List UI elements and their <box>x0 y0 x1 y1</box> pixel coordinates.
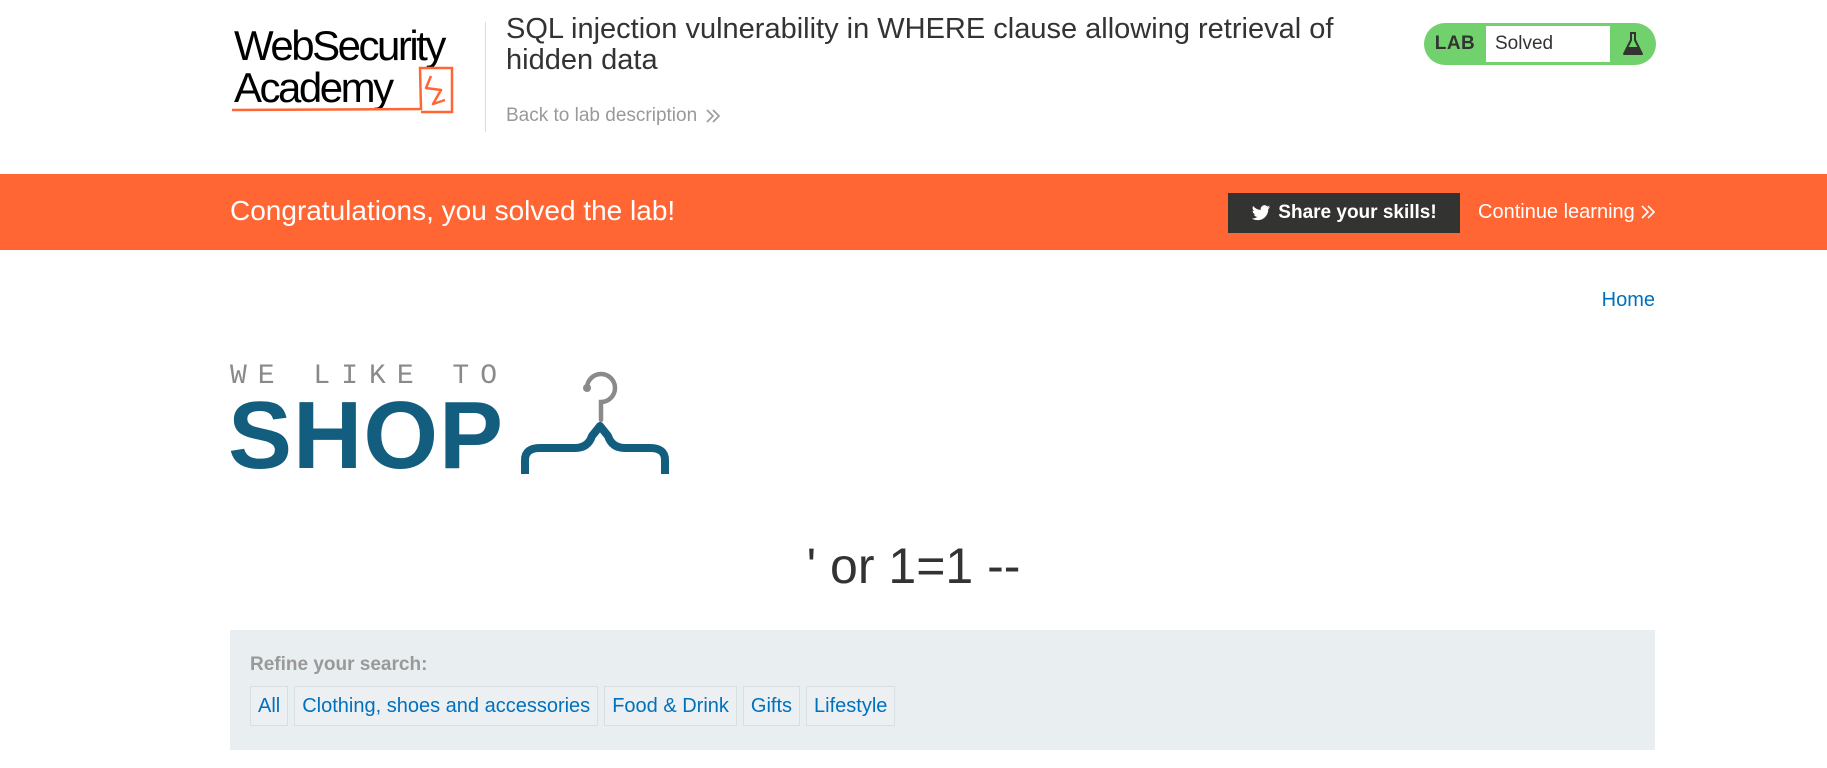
double-chevron-right-icon <box>1641 205 1655 219</box>
web-security-academy-logo[interactable]: WebSecurity Academy <box>230 20 482 120</box>
filter-category-gifts[interactable]: Gifts <box>742 686 801 726</box>
back-link-label: Back to lab description <box>506 105 698 126</box>
filter-category-lifestyle[interactable]: Lifestyle <box>806 686 896 726</box>
clothes-hanger-icon <box>521 371 669 474</box>
shop-logo-word: SHOP <box>228 382 505 489</box>
filter-category-all[interactable]: All <box>250 686 289 726</box>
congratulations-message: Congratulations, you solved the lab! <box>230 195 676 226</box>
logo-line-1: WebSecurity <box>234 22 446 69</box>
filter-category-food-drink[interactable]: Food & Drink <box>604 686 737 726</box>
filter-category-clothing[interactable]: Clothing, shoes and accessories <box>294 686 599 726</box>
lab-status-widget: LAB Solved <box>1424 23 1656 65</box>
lab-badge: LAB <box>1434 33 1476 54</box>
refine-search-heading: Refine your search: <box>250 654 428 675</box>
twitter-bird-icon <box>1252 204 1271 220</box>
lab-status-text: Solved <box>1486 26 1610 62</box>
category-filter-list: All Clothing, shoes and accessories Food… <box>250 686 896 726</box>
continue-learning-link[interactable]: Continue learning <box>1478 200 1656 224</box>
lab-solved-banner: Congratulations, you solved the lab! Sha… <box>0 174 1827 250</box>
continue-learning-label: Continue learning <box>1478 201 1635 223</box>
share-button-label: Share your skills! <box>1278 202 1437 223</box>
header-divider <box>485 22 486 132</box>
logo-line-2: Academy <box>234 64 394 111</box>
academy-logo-graphic: WebSecurity Academy <box>231 22 454 114</box>
we-like-to-shop-logo: WE LIKE TO SHOP <box>228 360 678 486</box>
filter-panel: Refine your search: All Clothing, shoes … <box>230 630 1655 750</box>
search-term-heading: ' or 1=1 -- <box>806 538 1021 594</box>
lab-title: SQL injection vulnerability in WHERE cla… <box>506 13 1334 76</box>
back-to-lab-description-link[interactable]: Back to lab description <box>506 105 721 127</box>
share-your-skills-button[interactable]: Share your skills! <box>1228 193 1460 233</box>
academy-header: WebSecurity Academy SQL injection vulner… <box>0 0 1827 174</box>
double-chevron-right-icon <box>706 109 721 123</box>
home-link[interactable]: Home <box>1602 289 1655 312</box>
logo-lightning-shape <box>424 75 446 106</box>
flask-icon <box>1610 23 1656 65</box>
